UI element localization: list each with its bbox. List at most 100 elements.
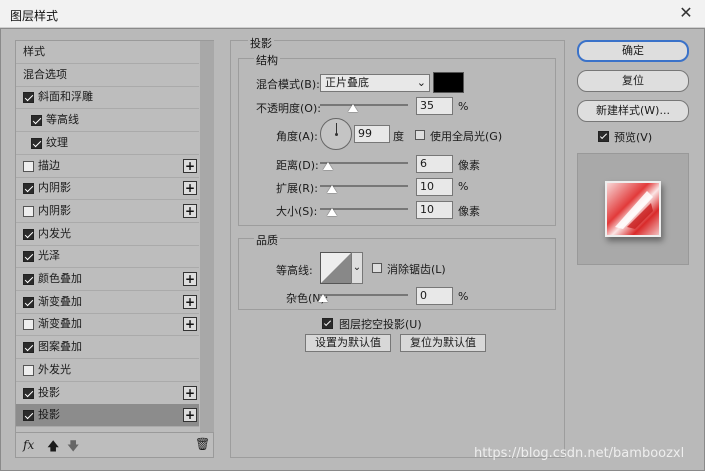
style-label: 渐变叠加 — [38, 317, 82, 331]
move-down-icon[interactable]: 🡇 — [67, 437, 79, 458]
style-checkbox[interactable] — [23, 274, 34, 285]
chevron-down-icon: ⌄ — [416, 76, 426, 89]
styles-list-item[interactable]: 内发光 — [16, 223, 199, 246]
add-effect-icon[interactable]: + — [183, 181, 197, 196]
styles-list-item[interactable]: 斜面和浮雕 — [16, 86, 199, 110]
styles-list-item[interactable]: 投影 + — [16, 404, 199, 428]
style-checkbox[interactable] — [23, 342, 34, 354]
angle-center — [335, 133, 338, 136]
style-label: 描边 — [38, 158, 60, 172]
scrollbar[interactable] — [200, 41, 214, 433]
add-effect-icon[interactable]: + — [183, 408, 197, 423]
contour-dropdown-chevron-icon[interactable]: ⌄ — [351, 252, 363, 284]
contour-label: 等高线: — [276, 264, 313, 277]
structure-title: 结构 — [254, 52, 280, 68]
style-checkbox[interactable] — [23, 160, 34, 172]
move-up-icon[interactable]: 🡅 — [47, 437, 59, 458]
style-preview-box — [577, 153, 689, 265]
opacity-slider[interactable] — [320, 104, 408, 106]
global-light-checkbox[interactable] — [415, 130, 425, 140]
noise-input[interactable]: 0 — [416, 287, 453, 305]
styles-bottom-bar: fx 🡅 🡇 🗑 — [15, 432, 214, 458]
opacity-slider-thumb[interactable] — [348, 104, 358, 112]
styles-list-item[interactable]: 颜色叠加 + — [16, 268, 199, 291]
style-checkbox[interactable] — [23, 251, 34, 263]
style-checkbox[interactable] — [23, 183, 34, 195]
size-slider-thumb[interactable] — [327, 208, 337, 216]
style-checkbox[interactable] — [23, 387, 34, 399]
style-label: 内阴影 — [38, 181, 71, 195]
styles-list-item[interactable]: 外发光 — [16, 359, 199, 382]
new-style-button[interactable]: 新建样式(W)... — [577, 100, 689, 122]
ok-button[interactable]: 确定 — [577, 40, 689, 62]
style-label: 内发光 — [38, 226, 71, 240]
window-title: 图层样式 — [10, 9, 59, 23]
angle-unit: 度 — [393, 130, 404, 143]
style-label: 投影 — [38, 385, 60, 399]
close-icon[interactable]: ✕ — [672, 2, 700, 24]
styles-list-item[interactable]: 渐变叠加 + — [16, 313, 199, 337]
set-default-button[interactable]: 设置为默认值 — [305, 334, 391, 352]
blend-mode-label: 混合模式(B): — [256, 78, 320, 91]
add-effect-icon[interactable]: + — [183, 272, 197, 286]
preview-checkbox[interactable] — [598, 131, 609, 142]
style-label: 斜面和浮雕 — [38, 90, 93, 104]
title-bar: 图层样式 ✕ — [0, 0, 705, 28]
style-label: 纹理 — [46, 135, 68, 149]
opacity-input[interactable]: 35 — [416, 97, 453, 115]
style-checkbox[interactable] — [23, 364, 34, 376]
style-label: 内阴影 — [38, 203, 71, 217]
contour-preview[interactable] — [320, 252, 352, 284]
knockout-checkbox[interactable] — [322, 318, 333, 329]
style-checkbox[interactable] — [23, 296, 34, 308]
distance-unit: 像素 — [458, 159, 480, 172]
distance-slider-thumb[interactable] — [323, 162, 333, 170]
preview-label: 预览(V) — [614, 131, 653, 144]
add-effect-icon[interactable]: + — [183, 385, 197, 400]
reset-button[interactable]: 复位 — [577, 70, 689, 92]
style-checkbox[interactable] — [31, 115, 42, 127]
angle-dial[interactable] — [320, 118, 352, 150]
add-effect-icon[interactable]: + — [183, 203, 197, 218]
checkmark-icon — [599, 131, 608, 140]
style-checkbox[interactable] — [23, 205, 34, 217]
add-effect-icon[interactable]: + — [183, 317, 197, 332]
style-checkbox[interactable] — [23, 92, 34, 104]
noise-slider[interactable] — [320, 294, 408, 296]
styles-list-item[interactable]: 内阴影 + — [16, 177, 199, 201]
styles-list-item[interactable]: 描边 + — [16, 155, 199, 178]
styles-list-item[interactable]: 纹理 — [16, 132, 199, 155]
panel-title: 投影 — [248, 35, 274, 51]
style-label: 颜色叠加 — [38, 272, 82, 285]
styles-list-item[interactable]: 等高线 — [16, 109, 199, 133]
blend-mode-select[interactable]: 正片叠底 ⌄ — [320, 74, 430, 92]
style-checkbox[interactable] — [23, 228, 34, 240]
spread-input[interactable]: 10 — [416, 178, 453, 196]
styles-list-item[interactable]: 内阴影 + — [16, 200, 199, 223]
style-checkbox[interactable] — [23, 410, 34, 422]
styles-list-item[interactable]: 图案叠加 — [16, 336, 199, 360]
spread-slider-thumb[interactable] — [327, 185, 337, 193]
styles-list-item[interactable]: 渐变叠加 + — [16, 291, 199, 314]
add-effect-icon[interactable]: + — [183, 294, 197, 309]
angle-input[interactable]: 99 — [354, 125, 390, 143]
style-label: 外发光 — [38, 362, 71, 376]
antialias-checkbox[interactable] — [372, 263, 382, 273]
styles-list-item[interactable]: 光泽 — [16, 245, 199, 269]
distance-input[interactable]: 6 — [416, 155, 453, 173]
blend-mode-value: 正片叠底 — [325, 76, 369, 89]
fx-icon[interactable]: fx — [23, 438, 34, 452]
shadow-color-swatch[interactable] — [433, 72, 464, 93]
style-checkbox[interactable] — [23, 319, 34, 331]
styles-list-item[interactable]: 样式 — [16, 41, 199, 64]
reset-default-button[interactable]: 复位为默认值 — [400, 334, 486, 352]
trash-icon[interactable]: 🗑 — [195, 437, 210, 451]
size-input[interactable]: 10 — [416, 201, 453, 219]
styles-list-item[interactable]: 混合选项 — [16, 64, 199, 87]
style-checkbox[interactable] — [31, 137, 42, 149]
styles-list-item[interactable]: 投影 + — [16, 382, 199, 405]
noise-slider-thumb[interactable] — [318, 294, 328, 302]
angle-label: 角度(A): — [276, 130, 318, 143]
distance-slider[interactable] — [320, 162, 408, 164]
add-effect-icon[interactable]: + — [183, 158, 197, 173]
